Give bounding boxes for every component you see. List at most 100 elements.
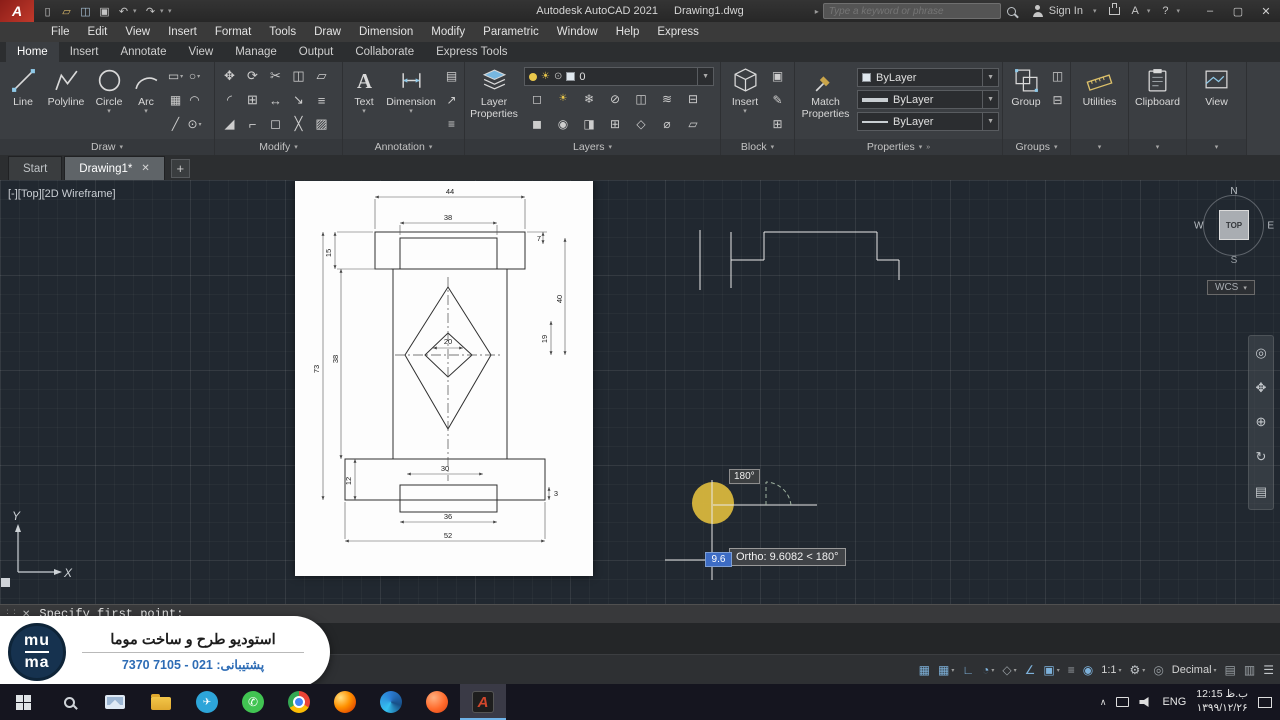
isolate-objects-toggle[interactable]: ▥ — [1244, 663, 1255, 677]
circle-button[interactable]: Circle ▾ — [89, 64, 129, 116]
new-drawing-tab-button[interactable]: + — [171, 159, 190, 178]
hidden-icons-chevron[interactable]: ∧ — [1100, 697, 1107, 708]
edge-button[interactable] — [368, 684, 414, 720]
language-indicator[interactable]: ENG — [1162, 696, 1186, 708]
object-color-dropdown[interactable]: ByLayer ▼ — [857, 68, 999, 87]
chevron-down-icon[interactable]: ▼ — [697, 68, 709, 85]
plot-icon[interactable]: ▣ — [95, 1, 114, 21]
tab-annotate[interactable]: Annotate — [109, 42, 177, 62]
menu-window[interactable]: Window — [548, 22, 607, 42]
layer-thaw-sun-icon[interactable]: ☀ — [541, 71, 550, 82]
menu-edit[interactable]: Edit — [79, 22, 117, 42]
whatsapp-button[interactable]: ✆ — [230, 684, 276, 720]
snap-mode-toggle[interactable]: ▦▾ — [938, 663, 954, 677]
dimension-button[interactable]: Dimension ▾ — [382, 64, 440, 116]
tab-home[interactable]: Home — [6, 42, 59, 62]
point-tool-icon[interactable]: ⊙▾ — [187, 117, 201, 131]
array-tool-icon[interactable]: ⊞ — [247, 92, 258, 108]
chevron-right-icon[interactable]: ▸ — [815, 7, 819, 16]
save-icon[interactable]: ◫ — [76, 1, 95, 21]
layer-select-dropdown[interactable]: ☀ ⊙ 0 ▼ — [524, 67, 714, 86]
copy-tool-icon[interactable]: ◻ — [270, 116, 281, 132]
tab-view[interactable]: View — [178, 42, 225, 62]
sign-in-button[interactable]: Sign In — [1049, 5, 1083, 17]
tab-insert[interactable]: Insert — [59, 42, 110, 62]
layer-freeze-icon[interactable]: ❄ — [584, 92, 594, 106]
layer-properties-button[interactable]: Layer Properties — [468, 64, 520, 120]
dynamic-input-field[interactable]: 9.6 — [705, 552, 732, 567]
mail-app-button[interactable] — [92, 684, 138, 720]
insert-block-button[interactable]: Insert ▾ — [724, 64, 766, 116]
open-folder-icon[interactable]: ▱ — [57, 1, 76, 21]
layer-lock-icon[interactable]: ⊙ — [554, 71, 562, 82]
menu-help[interactable]: Help — [607, 22, 649, 42]
mirror-tool-icon[interactable]: ◫ — [292, 68, 304, 84]
menu-insert[interactable]: Insert — [159, 22, 206, 42]
layer-prev-icon[interactable]: ⌀ — [663, 117, 670, 131]
layer-off-icon[interactable]: ◻ — [532, 92, 542, 106]
help-search-box[interactable] — [823, 3, 1001, 19]
layer-merge-icon[interactable]: ⊞ — [610, 117, 620, 131]
panel-label-draw[interactable]: Draw▾ — [0, 139, 214, 155]
compass-north[interactable]: N — [1230, 186, 1237, 197]
layer-walk-icon[interactable]: ◉ — [558, 117, 568, 131]
rectangle-tool-icon[interactable]: ▭▾ — [168, 69, 183, 83]
layer-unisolate-icon[interactable]: ⊟ — [688, 92, 698, 106]
menu-dimension[interactable]: Dimension — [350, 22, 422, 42]
isodraft-toggle[interactable]: ◇▾ — [1002, 663, 1016, 677]
pan-icon[interactable]: ✥ — [1256, 380, 1267, 396]
menu-view[interactable]: View — [116, 22, 159, 42]
create-block-icon[interactable]: ▣ — [772, 69, 783, 83]
chamfer-tool-icon[interactable]: ◢ — [225, 116, 235, 132]
panel-label-utilities[interactable]: ▾ — [1071, 139, 1128, 155]
customize-qat-icon[interactable]: ▾ — [168, 7, 176, 15]
layer-current-icon[interactable]: ◼ — [532, 117, 542, 131]
tab-drawing1[interactable]: Drawing1* ✕ — [64, 156, 164, 180]
scale-tool-icon[interactable]: ↘ — [293, 92, 304, 108]
undo-dropdown-icon[interactable]: ▾ — [133, 7, 141, 15]
tab-collaborate[interactable]: Collaborate — [344, 42, 425, 62]
app-store-cart-icon[interactable] — [1109, 7, 1120, 15]
break-tool-icon[interactable]: ╳ — [295, 116, 303, 132]
ungroup-icon[interactable]: ◫ — [1052, 69, 1063, 83]
search-icon[interactable] — [1007, 7, 1016, 16]
polyline-button[interactable]: Polyline — [43, 64, 89, 108]
trim-tool-icon[interactable]: ✂ — [270, 68, 281, 84]
display-tray-icon[interactable] — [1116, 697, 1129, 707]
help-icon[interactable]: ? — [1162, 5, 1168, 17]
ellipse-tool-icon[interactable]: ○▾ — [189, 69, 200, 83]
table-tool-icon[interactable]: ▤ — [446, 69, 457, 83]
group-button[interactable]: Group — [1006, 64, 1046, 108]
polar-tracking-toggle[interactable]: ◔▾ — [982, 663, 994, 677]
chevron-down-icon[interactable]: ▼ — [982, 113, 994, 130]
orbit-icon[interactable]: ↻ — [1256, 449, 1267, 465]
start-button[interactable] — [0, 684, 46, 720]
view-button[interactable]: View — [1194, 64, 1240, 108]
viewport-controls-label[interactable]: [-][Top][2D Wireframe] — [8, 188, 116, 200]
redo-icon[interactable]: ↷ — [141, 1, 160, 21]
viewcube-top-face[interactable]: TOP — [1219, 210, 1249, 240]
linetype-dropdown[interactable]: ByLayer ▼ — [857, 112, 999, 131]
block-attributes-icon[interactable]: ⊞ — [772, 117, 782, 131]
firefox-button[interactable] — [322, 684, 368, 720]
lineweight-dropdown[interactable]: ByLayer ▼ — [857, 90, 999, 109]
panel-label-modify[interactable]: Modify▾ — [215, 139, 342, 155]
tab-output[interactable]: Output — [288, 42, 345, 62]
annotation-scale-dropdown[interactable]: 1:1▾ — [1101, 664, 1121, 676]
explode-tool-icon[interactable]: ≡ — [318, 93, 326, 108]
object-snap-tracking-toggle[interactable]: ∠ — [1025, 663, 1036, 677]
match-properties-button[interactable]: Match Properties — [798, 64, 853, 120]
new-file-icon[interactable]: ▯ — [38, 1, 57, 21]
layer-delete-icon[interactable]: ◇ — [636, 117, 645, 131]
xline-tool-icon[interactable]: ╱ — [172, 117, 179, 131]
file-explorer-button[interactable] — [138, 684, 184, 720]
zoom-extents-icon[interactable]: ⊕ — [1256, 414, 1267, 430]
layer-vpfreeze-icon[interactable]: ◨ — [583, 117, 594, 131]
action-center-icon[interactable] — [1258, 697, 1272, 708]
text-button[interactable]: A Text ▾ — [346, 64, 382, 116]
compass-west[interactable]: W — [1194, 221, 1203, 232]
redo-dropdown-icon[interactable]: ▾ — [160, 7, 168, 15]
showmotion-icon[interactable]: ▤ — [1255, 484, 1267, 500]
erase-tool-icon[interactable]: ⌐ — [249, 117, 257, 132]
rotate-tool-icon[interactable]: ⟳ — [247, 68, 258, 84]
